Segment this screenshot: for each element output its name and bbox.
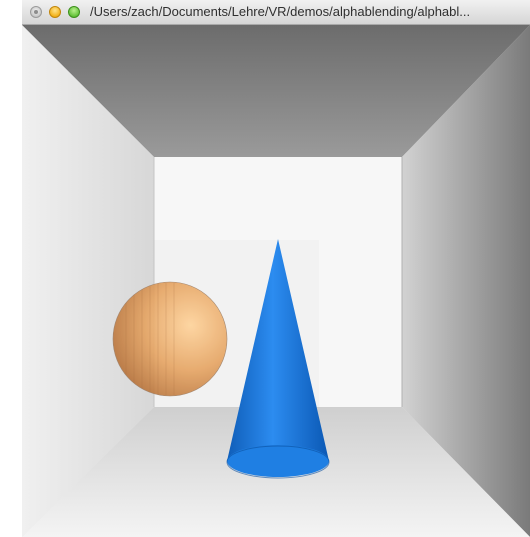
minimize-button[interactable] [49, 6, 61, 18]
close-button[interactable] [30, 6, 42, 18]
opengl-viewport[interactable] [22, 25, 530, 537]
app-window: /Users/zach/Documents/Lehre/VR/demos/alp… [22, 0, 530, 537]
title-bar[interactable]: /Users/zach/Documents/Lehre/VR/demos/alp… [22, 0, 530, 25]
scene-canvas[interactable] [22, 25, 530, 537]
zoom-button[interactable] [68, 6, 80, 18]
translucent-sphere [112, 281, 228, 397]
window-title: /Users/zach/Documents/Lehre/VR/demos/alp… [90, 4, 471, 19]
